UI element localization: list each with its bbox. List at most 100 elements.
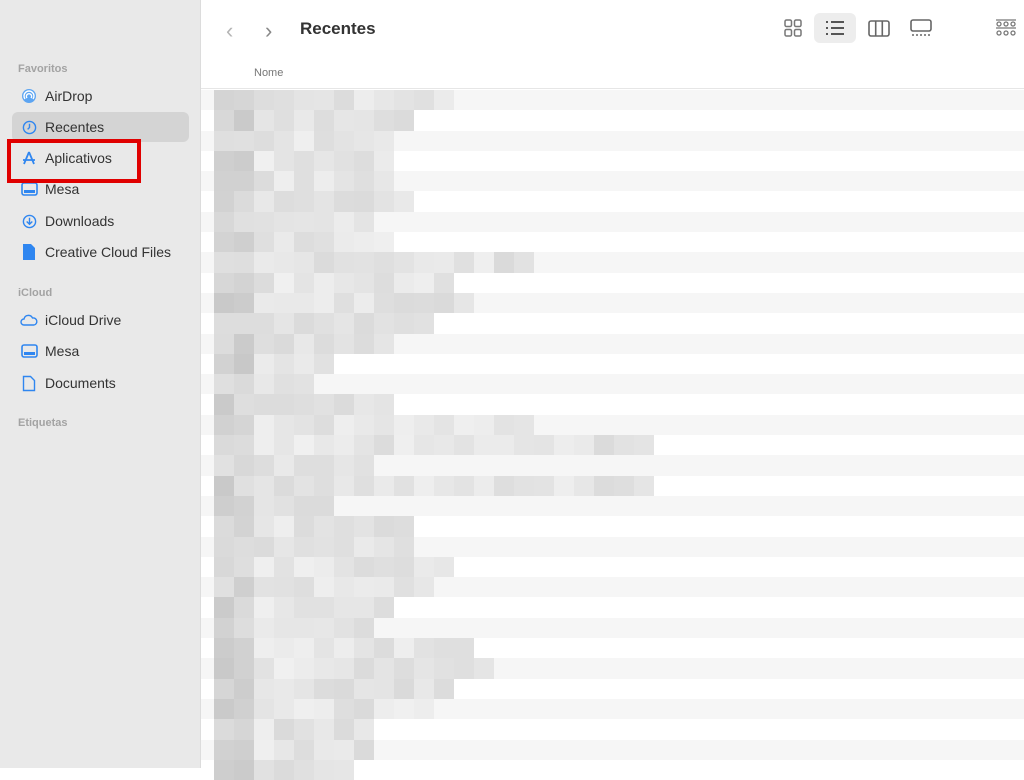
file-row[interactable] <box>201 698 1024 720</box>
blurred-cell <box>374 191 394 212</box>
blurred-cell <box>294 516 314 537</box>
file-row[interactable] <box>201 475 1024 496</box>
sidebar-item-creative-cloud-files[interactable]: Creative Cloud Files <box>12 237 189 267</box>
sidebar-item-icloud-drive[interactable]: iCloud Drive <box>12 305 189 335</box>
file-row[interactable] <box>201 272 1024 293</box>
file-row[interactable] <box>201 211 1024 233</box>
blurred-cell <box>314 617 334 639</box>
file-row[interactable] <box>201 353 1024 375</box>
blurred-cell <box>294 658 314 679</box>
forward-button[interactable]: › <box>265 18 272 44</box>
blurred-cell <box>354 719 374 740</box>
file-row[interactable] <box>201 232 1024 253</box>
blurred-cell <box>334 130 354 151</box>
file-row[interactable] <box>201 617 1024 639</box>
blurred-cell <box>454 658 474 679</box>
blurred-cell <box>274 678 294 699</box>
blurred-cell <box>294 394 314 415</box>
blurred-cell <box>354 292 374 314</box>
file-row[interactable] <box>201 171 1024 192</box>
blurred-cell <box>294 292 314 314</box>
file-row[interactable] <box>201 658 1024 679</box>
blurred-cell <box>414 252 434 273</box>
blurred-cell <box>274 333 294 354</box>
blurred-cell <box>254 130 274 151</box>
sidebar-item-recentes[interactable]: Recentes <box>12 112 189 142</box>
blurred-cell <box>414 414 434 436</box>
blurred-cell <box>354 252 374 273</box>
sidebar-item-documents[interactable]: Documents <box>12 368 189 398</box>
sidebar-item-airdrop[interactable]: AirDrop <box>12 81 189 111</box>
blurred-cell <box>214 252 234 273</box>
blurred-cell <box>214 171 234 192</box>
blurred-cell <box>314 313 334 334</box>
file-row[interactable] <box>201 495 1024 517</box>
blurred-cell <box>374 171 394 192</box>
file-row[interactable] <box>201 110 1024 131</box>
blurred-cell <box>234 252 254 273</box>
blurred-cell <box>394 292 414 314</box>
blurred-cell <box>234 292 254 314</box>
column-header-name[interactable]: Nome <box>254 67 283 79</box>
blurred-cell <box>394 516 414 537</box>
file-row[interactable] <box>201 556 1024 578</box>
blurred-cell <box>334 638 354 659</box>
file-list <box>201 90 1024 780</box>
file-row[interactable] <box>201 455 1024 476</box>
file-row[interactable] <box>201 292 1024 314</box>
blurred-cell <box>374 577 394 598</box>
blurred-cell <box>214 313 234 334</box>
file-row[interactable] <box>201 577 1024 598</box>
file-row[interactable] <box>201 435 1024 456</box>
list-view-button[interactable] <box>814 13 856 43</box>
file-row[interactable] <box>201 719 1024 740</box>
file-row[interactable] <box>201 191 1024 212</box>
file-row[interactable] <box>201 90 1024 111</box>
blurred-cell <box>314 333 334 354</box>
file-row[interactable] <box>201 597 1024 618</box>
blurred-cell <box>354 577 374 598</box>
back-button[interactable]: ‹ <box>226 18 233 44</box>
file-row[interactable] <box>201 313 1024 334</box>
blurred-cell <box>314 191 334 212</box>
file-row[interactable] <box>201 678 1024 699</box>
blurred-cell <box>294 638 314 659</box>
file-row[interactable] <box>201 394 1024 415</box>
blurred-cell <box>374 252 394 273</box>
blurred-cell <box>394 638 414 659</box>
blurred-cell <box>274 272 294 293</box>
blurred-cell <box>374 698 394 720</box>
file-row[interactable] <box>201 130 1024 151</box>
file-row[interactable] <box>201 739 1024 760</box>
file-row[interactable] <box>201 638 1024 659</box>
blurred-cell <box>274 475 294 496</box>
gallery-view-button[interactable] <box>900 13 942 43</box>
file-row[interactable] <box>201 414 1024 436</box>
file-row[interactable] <box>201 150 1024 172</box>
blurred-cell <box>334 698 354 720</box>
blurred-cell <box>314 110 334 131</box>
sidebar-item-label: AirDrop <box>45 88 93 104</box>
blurred-cell <box>354 171 374 192</box>
blurred-cell <box>314 698 334 720</box>
blurred-cell <box>314 516 334 537</box>
sidebar-item-downloads[interactable]: Downloads <box>12 206 189 236</box>
blurred-cell <box>274 394 294 415</box>
column-view-button[interactable] <box>858 13 900 43</box>
blurred-cell <box>434 435 454 456</box>
file-row[interactable] <box>201 759 1024 780</box>
blurred-cell <box>274 577 294 598</box>
file-row[interactable] <box>201 516 1024 537</box>
blurred-cell <box>314 272 334 293</box>
group-button[interactable] <box>985 13 1024 43</box>
file-row[interactable] <box>201 252 1024 273</box>
file-row[interactable] <box>201 374 1024 395</box>
icon-view-button[interactable] <box>772 13 814 43</box>
file-row[interactable] <box>201 536 1024 557</box>
blurred-cell <box>214 475 234 496</box>
blurred-cell <box>634 475 654 496</box>
blurred-cell <box>274 698 294 720</box>
sidebar-item-icloud-mesa[interactable]: Mesa <box>12 336 189 366</box>
file-row[interactable] <box>201 333 1024 354</box>
blurred-cell <box>354 150 374 172</box>
